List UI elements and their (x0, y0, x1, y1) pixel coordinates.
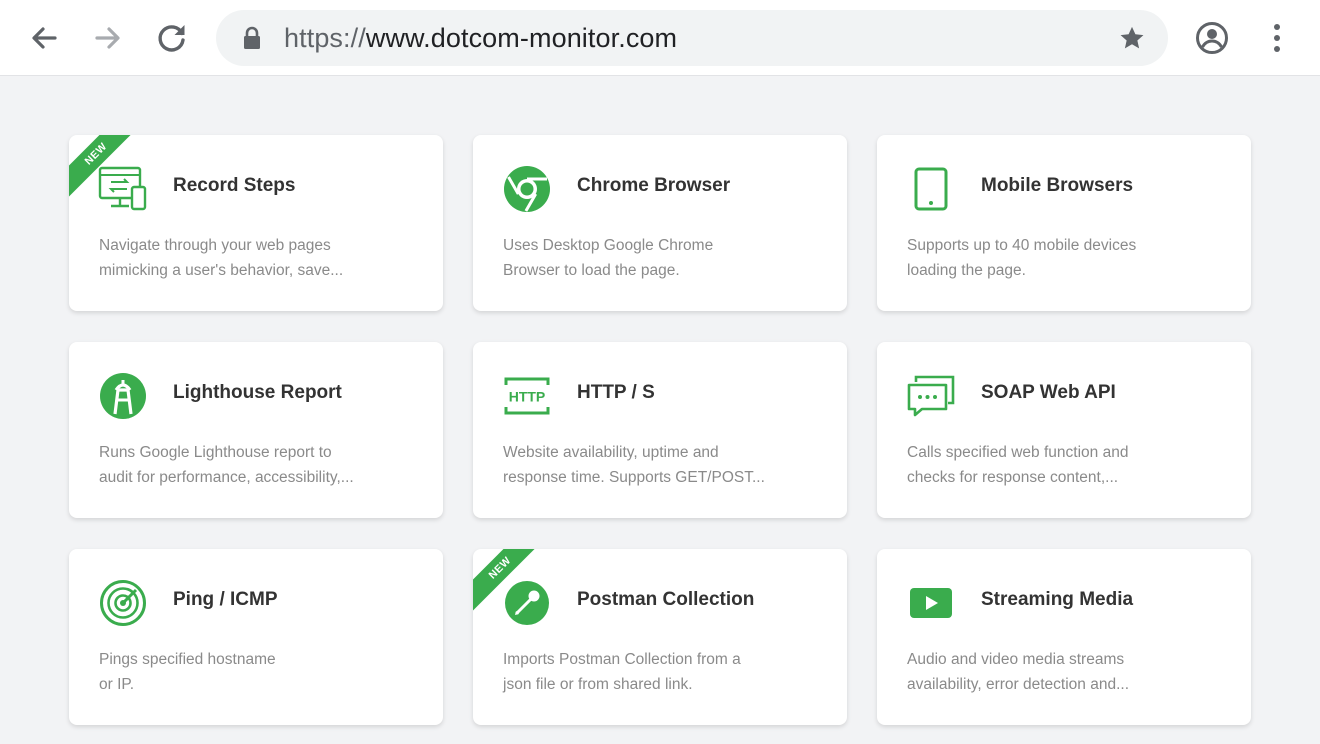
address-bar[interactable]: https://www.dotcom-monitor.com (216, 10, 1168, 66)
card-description: Imports Postman Collection from a json fi… (503, 651, 741, 693)
card-title: Streaming Media (981, 589, 1134, 610)
url-text: https://www.dotcom-monitor.com (284, 10, 677, 66)
card-title: Ping / ICMP (173, 589, 278, 610)
url-scheme: https:// (284, 23, 366, 53)
arrow-right-icon (95, 27, 120, 49)
card-mobile-browsers[interactable]: Mobile Browsers Supports up to 40 mobile… (877, 135, 1251, 311)
card-description: Uses Desktop Google Chrome Browser to loa… (503, 237, 714, 279)
more-vert-icon (1274, 24, 1280, 52)
record-steps-icon (97, 163, 149, 215)
account-circle-icon (1196, 22, 1228, 54)
card-title: Mobile Browsers (981, 175, 1134, 196)
card-description: Audio and video media streams availabilit… (907, 651, 1129, 693)
forward-button[interactable] (84, 14, 132, 62)
svg-text:HTTP: HTTP (509, 389, 546, 405)
card-postman-collection[interactable]: NEW Postman Collection Imports Postman C… (473, 549, 847, 725)
back-button[interactable] (20, 14, 68, 62)
card-title: Chrome Browser (577, 175, 731, 196)
arrow-left-icon (32, 27, 57, 49)
card-description: Calls specified web function and checks f… (907, 444, 1129, 486)
play-video-icon (905, 577, 957, 629)
card-description: Pings specified hostname or IP. (99, 651, 276, 693)
browser-toolbar: https://www.dotcom-monitor.com (0, 0, 1320, 76)
lock-icon (244, 26, 260, 49)
chrome-icon (501, 163, 553, 215)
card-soap-web-api[interactable]: SOAP Web API Calls specified web functio… (877, 342, 1251, 518)
menu-button[interactable] (1253, 14, 1301, 62)
mobile-device-icon (905, 163, 957, 215)
card-title: SOAP Web API (981, 382, 1116, 403)
card-ping-icmp[interactable]: Ping / ICMP Pings specified hostname or I… (69, 549, 443, 725)
card-record-steps[interactable]: NEW Record Steps Navigate through your w… (69, 135, 443, 311)
ping-radar-icon (97, 577, 149, 629)
card-description: Website availability, uptime and response… (503, 444, 765, 486)
card-title: Lighthouse Report (173, 382, 342, 403)
card-chrome-browser[interactable]: Chrome Browser Uses Desktop Google Chrom… (473, 135, 847, 311)
card-description: Runs Google Lighthouse report to audit fo… (99, 444, 354, 486)
soap-api-icon (905, 370, 957, 422)
card-http-s[interactable]: HTTP HTTP / S Website availability, upti… (473, 342, 847, 518)
http-icon: HTTP (501, 370, 553, 422)
bookmark-star-icon[interactable] (1118, 24, 1146, 52)
url-host: www.dotcom-monitor.com (365, 23, 678, 53)
lighthouse-icon (97, 370, 149, 422)
postman-icon (501, 577, 553, 629)
card-lighthouse-report[interactable]: Lighthouse Report Runs Google Lighthouse… (69, 342, 443, 518)
card-description: Supports up to 40 mobile devices loading … (907, 237, 1137, 279)
card-title: Record Steps (173, 175, 296, 196)
profile-button[interactable] (1188, 14, 1236, 62)
card-title: HTTP / S (577, 382, 655, 403)
card-description: Navigate through your web pages mimicking… (99, 237, 344, 279)
card-title: Postman Collection (577, 589, 755, 610)
reload-icon (158, 25, 185, 52)
reload-button[interactable] (148, 14, 196, 62)
card-streaming-media[interactable]: Streaming Media Audio and video media st… (877, 549, 1251, 725)
